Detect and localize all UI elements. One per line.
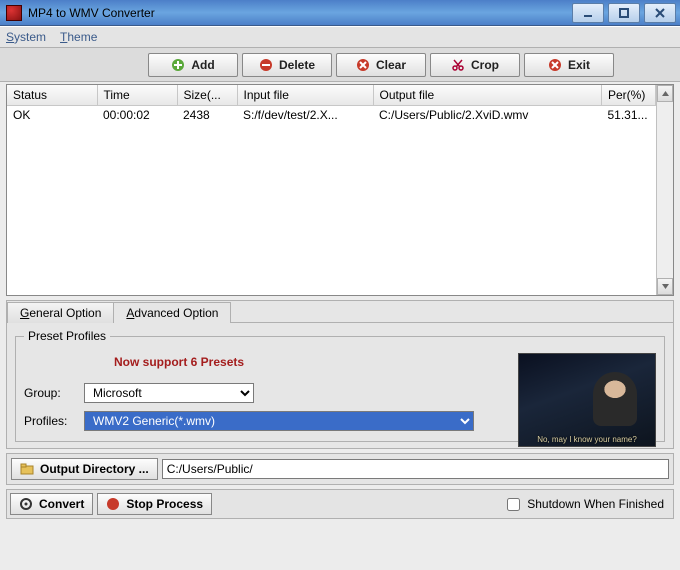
table-scrollbar[interactable] [656, 85, 673, 295]
tab-advanced[interactable]: Advanced Option [113, 302, 231, 323]
col-input[interactable]: Input file [237, 85, 373, 106]
col-output[interactable]: Output file [373, 85, 602, 106]
menu-theme[interactable]: Theme [60, 30, 97, 44]
scissors-icon [451, 58, 465, 72]
output-directory-button[interactable]: Output Directory ... [11, 458, 158, 480]
add-button[interactable]: Add [148, 53, 238, 77]
file-table: Status Time Size(... Input file Output f… [6, 84, 674, 296]
exit-icon [548, 58, 562, 72]
delete-label: Delete [279, 58, 315, 72]
plus-icon [171, 58, 185, 72]
preset-legend: Preset Profiles [24, 329, 110, 343]
minus-icon [259, 58, 273, 72]
stop-label: Stop Process [126, 497, 203, 511]
shutdown-label: Shutdown When Finished [527, 497, 664, 511]
stop-icon [106, 497, 120, 511]
bottom-bar: Convert Stop Process Shutdown When Finis… [6, 489, 674, 519]
tab-advanced-label: dvanced Option [134, 306, 218, 320]
cell-per: 51.31... [602, 106, 656, 125]
options-tabs: General Option Advanced Option Preset Pr… [6, 300, 674, 449]
clear-icon [356, 58, 370, 72]
toolbar: Add Delete Clear Crop Exit [0, 48, 680, 82]
cell-time: 00:00:02 [97, 106, 177, 125]
profiles-label: Profiles: [24, 414, 80, 428]
gear-icon [19, 497, 33, 511]
menubar: System Theme [0, 26, 680, 48]
minimize-button[interactable] [572, 3, 604, 23]
add-label: Add [191, 58, 214, 72]
menu-system-label: ystem [14, 30, 46, 44]
cell-status: OK [7, 106, 97, 125]
group-label: Group: [24, 386, 80, 400]
clear-label: Clear [376, 58, 406, 72]
scroll-up-icon[interactable] [657, 85, 673, 102]
cell-input: S:/f/dev/test/2.X... [237, 106, 373, 125]
delete-button[interactable]: Delete [242, 53, 332, 77]
tab-general-label: eneral Option [29, 306, 101, 320]
table-row[interactable]: OK 00:00:02 2438 S:/f/dev/test/2.X... C:… [7, 106, 656, 125]
col-time[interactable]: Time [97, 85, 177, 106]
col-status[interactable]: Status [7, 85, 97, 106]
output-path-input[interactable] [162, 459, 669, 479]
output-dir-label: Output Directory ... [40, 462, 149, 476]
titlebar[interactable]: MP4 to WMV Converter [0, 0, 680, 26]
stop-button[interactable]: Stop Process [97, 493, 212, 515]
close-button[interactable] [644, 3, 676, 23]
maximize-button[interactable] [608, 3, 640, 23]
col-per[interactable]: Per(%) [602, 85, 656, 106]
preview-thumbnail[interactable]: No, may I know your name? [518, 353, 656, 447]
tab-general[interactable]: General Option [7, 302, 114, 323]
convert-button[interactable]: Convert [10, 493, 93, 515]
profiles-select[interactable]: WMV2 Generic(*.wmv) [84, 411, 474, 431]
preview-subtitle: No, may I know your name? [519, 435, 655, 444]
group-select[interactable]: Microsoft [84, 383, 254, 403]
cell-output: C:/Users/Public/2.XviD.wmv [373, 106, 602, 125]
preset-profiles-group: Preset Profiles Now support 6 Presets Gr… [15, 329, 665, 442]
app-icon [6, 5, 22, 21]
convert-label: Convert [39, 497, 84, 511]
col-size[interactable]: Size(... [177, 85, 237, 106]
crop-label: Crop [471, 58, 499, 72]
exit-button[interactable]: Exit [524, 53, 614, 77]
crop-button[interactable]: Crop [430, 53, 520, 77]
shutdown-checkbox[interactable] [507, 498, 520, 511]
menu-theme-label: heme [67, 30, 97, 44]
preview-figure [593, 372, 637, 426]
output-row: Output Directory ... [6, 453, 674, 485]
menu-system[interactable]: System [6, 30, 46, 44]
cell-size: 2438 [177, 106, 237, 125]
folder-icon [20, 462, 34, 476]
clear-button[interactable]: Clear [336, 53, 426, 77]
scroll-down-icon[interactable] [657, 278, 673, 295]
window-title: MP4 to WMV Converter [28, 6, 155, 20]
exit-label: Exit [568, 58, 590, 72]
shutdown-checkbox-label[interactable]: Shutdown When Finished [503, 495, 664, 514]
